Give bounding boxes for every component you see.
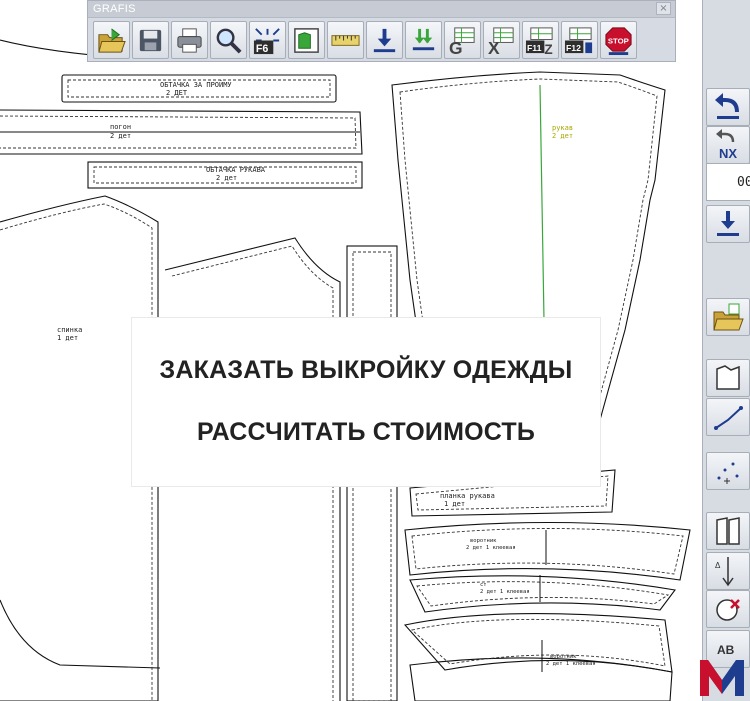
- download-arrow-icon: [373, 28, 396, 52]
- page-layout-icon: [294, 27, 319, 53]
- save-disk-icon: [139, 29, 162, 51]
- pattern-qty-stand: 2 дет 1 клеевая: [480, 589, 530, 595]
- pattern-label-sleeve: рукав: [552, 124, 573, 132]
- shape-button[interactable]: [706, 359, 750, 397]
- import-button[interactable]: [366, 21, 403, 59]
- open-button[interactable]: [93, 21, 130, 59]
- f11-z-icon: F11 Z: [525, 26, 553, 56]
- line-button[interactable]: [706, 398, 750, 436]
- pattern-qty-collar: 2 дет 1 клеевая: [466, 545, 516, 551]
- promo-banner[interactable]: ЗАКАЗАТЬ ВЫКРОЙКУ ОДЕЖДЫ РАССЧИТАТЬ СТОИ…: [132, 318, 600, 486]
- window-title: GRAFIS: [93, 3, 136, 15]
- value-field[interactable]: 00: [706, 163, 750, 201]
- side-toolbar: NX 00 Δ AB: [702, 0, 750, 701]
- download-arrow-icon: [717, 211, 739, 236]
- toolbar-titlebar[interactable]: GRAFIS ×: [88, 1, 675, 18]
- pattern-qty-sleeve-facing: 2 дет: [216, 174, 237, 182]
- svg-text:F11: F11: [527, 43, 542, 53]
- stop-icon: STOP: [605, 26, 632, 55]
- save-button[interactable]: [132, 21, 169, 59]
- grainline-button[interactable]: Δ: [706, 552, 750, 590]
- close-button[interactable]: ×: [656, 2, 671, 15]
- svg-text:STOP: STOP: [608, 36, 629, 45]
- magnifier-icon: [216, 28, 242, 53]
- pattern-label-collar-2: воротник: [550, 654, 577, 660]
- toolbar-buttons: F6 G X F11 Z F12 STOP: [93, 21, 637, 59]
- svg-text:Z: Z: [544, 42, 552, 56]
- line-points-icon: [714, 406, 743, 430]
- table-g-button[interactable]: G: [444, 21, 481, 59]
- download-multi-icon: [412, 28, 435, 50]
- piece-edit-icon: [716, 517, 740, 545]
- pattern-qty-sleeve-placket: 1 дет: [444, 500, 465, 508]
- brand-logo: [700, 660, 744, 696]
- f6-fullscreen-icon: F6: [253, 27, 280, 55]
- circle-cut-button[interactable]: [706, 590, 750, 628]
- scatter-points-icon: [717, 462, 739, 484]
- table-g-icon: G: [449, 26, 475, 56]
- grafis-toolbar-window[interactable]: GRAFIS × F6 G X F11 Z F12 STOP: [87, 0, 676, 62]
- piece-edit-button[interactable]: [706, 512, 750, 550]
- stop-button[interactable]: STOP: [600, 21, 637, 59]
- undo-button[interactable]: [706, 88, 750, 126]
- f6-button[interactable]: F6: [249, 21, 286, 59]
- pattern-label-sleeve-facing: ОБТАЧКА РУКАВА: [206, 166, 266, 174]
- print-button[interactable]: [171, 21, 208, 59]
- points-button[interactable]: [706, 452, 750, 490]
- side-open-button[interactable]: [706, 298, 750, 336]
- svg-text:Δ: Δ: [715, 561, 721, 570]
- pattern-qty-armhole-facing: 2 ДЕТ: [166, 89, 188, 97]
- pattern-qty-epaulette: 2 дет: [110, 132, 131, 140]
- f12-button[interactable]: F12: [561, 21, 598, 59]
- layout-button[interactable]: [288, 21, 325, 59]
- pattern-qty-back: 1 дет: [57, 334, 78, 342]
- nx-label: NX: [719, 146, 737, 161]
- undo-icon: [715, 93, 739, 119]
- order-pattern-link[interactable]: ЗАКАЗАТЬ ВЫКРОЙКУ ОДЕЖДЫ: [132, 356, 600, 385]
- zoom-button[interactable]: [210, 21, 247, 59]
- printer-icon: [177, 27, 202, 53]
- open-folder-icon: [713, 303, 744, 331]
- pattern-label-sleeve-placket: планка рукава: [440, 492, 495, 500]
- shape-outline-icon: [716, 365, 740, 390]
- open-folder-icon: [98, 27, 126, 53]
- f11-button[interactable]: F11 Z: [522, 21, 559, 59]
- pattern-label-epaulette: погон: [110, 123, 131, 131]
- f12-icon: F12: [564, 26, 593, 53]
- pattern-label-back: спинка: [57, 326, 82, 334]
- calculate-cost-link[interactable]: РАССЧИТАТЬ СТОИМОСТЬ: [132, 418, 600, 447]
- pattern-qty-collar-2: 2 дет 1 клеевая: [546, 661, 596, 667]
- side-import-button[interactable]: [706, 205, 750, 243]
- svg-text:G: G: [449, 38, 463, 56]
- pattern-label-stand: ст: [480, 582, 487, 588]
- grainline-icon: Δ: [715, 557, 734, 587]
- pattern-label-armhole-facing: ОБТАЧКА ЗА ПРОЙМУ: [160, 80, 232, 89]
- svg-text:F6: F6: [256, 43, 268, 55]
- redo-nx-button[interactable]: NX: [706, 126, 750, 164]
- circle-cut-icon: [716, 599, 740, 621]
- redo-nx-icon: NX: [716, 129, 737, 161]
- measuring-tape-icon: [331, 34, 360, 46]
- svg-text:F12: F12: [566, 43, 581, 53]
- pattern-label-collar: воротник: [470, 538, 497, 544]
- measure-button[interactable]: [327, 21, 364, 59]
- table-x-button[interactable]: X: [483, 21, 520, 59]
- svg-text:X: X: [488, 38, 500, 56]
- table-x-icon: X: [488, 26, 514, 56]
- import-multi-button[interactable]: [405, 21, 442, 59]
- pattern-qty-sleeve: 2 дет: [552, 132, 573, 140]
